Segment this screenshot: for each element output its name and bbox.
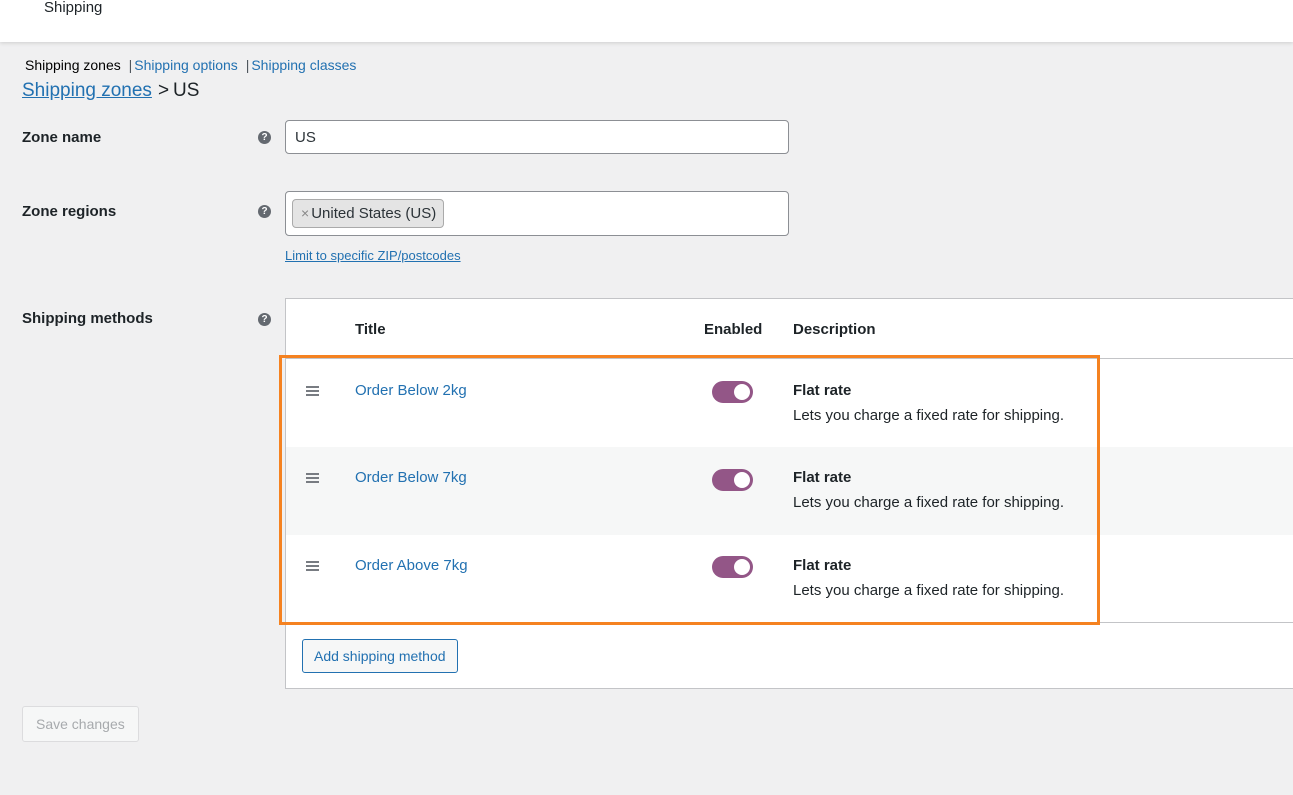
zone-name-input[interactable] [285,120,789,154]
save-changes-button[interactable]: Save changes [22,706,139,742]
column-description: Description [793,321,876,338]
table-footer: Add shipping method [286,622,1293,689]
shipping-methods-label: Shipping methods [22,310,153,327]
region-chip: × United States (US) [292,199,445,228]
method-type: Flat rate [793,469,852,486]
method-type: Flat rate [793,557,852,574]
method-title-link[interactable]: Order Below 2kg [355,382,467,399]
shipping-subnav: Shipping zones | Shipping options | Shippi… [25,57,356,73]
top-bar: Shipping [0,0,1293,42]
subnav-shipping-options[interactable]: Shipping options [134,57,238,73]
limit-zip-postcodes-link[interactable]: Limit to specific ZIP/postcodes [285,248,461,263]
enabled-toggle[interactable] [712,469,753,491]
breadcrumb-shipping-zones-link[interactable]: Shipping zones [22,80,152,101]
method-description: Lets you charge a fixed rate for shippin… [793,494,1064,511]
drag-handle-icon[interactable] [306,561,319,571]
table-header: Title Enabled Description [286,299,1293,359]
drag-handle-icon[interactable] [306,473,319,483]
table-row: Order Below 7kg Flat rate Lets you charg… [286,447,1293,535]
zone-regions-select[interactable]: × United States (US) [285,191,789,236]
subnav-separator: | [245,57,250,73]
column-enabled: Enabled [704,321,763,338]
method-title-link[interactable]: Order Below 7kg [355,469,467,486]
table-row: Order Above 7kg Flat rate Lets you charg… [286,535,1293,623]
method-description: Lets you charge a fixed rate for shippin… [793,407,1064,424]
page-heading: Shipping [44,0,103,16]
column-title: Title [355,321,386,338]
zone-regions-label: Zone regions [22,203,117,220]
breadcrumb-separator: > [157,80,170,101]
enabled-toggle[interactable] [712,381,753,403]
table-row: Order Below 2kg Flat rate Lets you charg… [286,360,1293,448]
shipping-methods-help-icon[interactable]: ? [258,313,271,326]
drag-handle-icon[interactable] [306,386,319,396]
region-chip-label: United States (US) [311,205,437,222]
method-title-link[interactable]: Order Above 7kg [355,557,468,574]
method-type: Flat rate [793,382,852,399]
subnav-shipping-classes[interactable]: Shipping classes [251,57,356,73]
breadcrumb-current-zone: US [173,80,200,101]
subnav-separator: | [128,57,133,73]
zone-regions-help-icon[interactable]: ? [258,205,271,218]
breadcrumb: Shipping zones > US [22,80,199,102]
subnav-shipping-zones[interactable]: Shipping zones [25,57,121,73]
remove-chip-icon[interactable]: × [301,205,309,221]
zone-name-help-icon[interactable]: ? [258,131,271,144]
enabled-toggle[interactable] [712,556,753,578]
add-shipping-method-button[interactable]: Add shipping method [302,639,458,673]
shipping-methods-table: Title Enabled Description Order Below 2k… [285,298,1293,689]
method-description: Lets you charge a fixed rate for shippin… [793,582,1064,599]
zone-name-label: Zone name [22,129,102,146]
